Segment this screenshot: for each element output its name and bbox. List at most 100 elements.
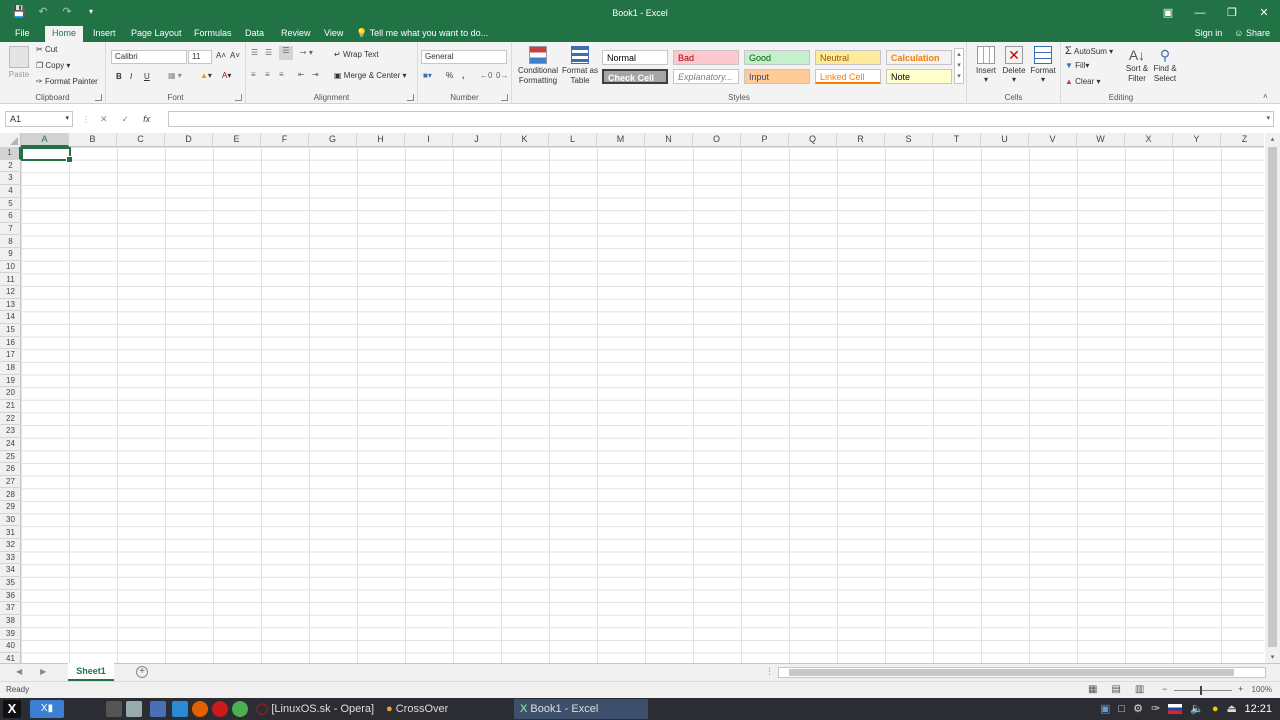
align-bottom-icon[interactable]: ☰ — [279, 46, 293, 60]
row-header[interactable]: 38 — [0, 615, 21, 628]
style-explanatory[interactable]: Explanatory... — [673, 69, 739, 84]
row-header[interactable]: 19 — [0, 375, 21, 388]
horizontal-scrollbar[interactable] — [778, 667, 1266, 678]
row-header[interactable]: 11 — [0, 274, 21, 287]
align-top-icon[interactable]: ☰ — [251, 48, 258, 57]
row-header[interactable]: 36 — [0, 590, 21, 603]
row-header[interactable]: 14 — [0, 311, 21, 325]
row-header[interactable]: 41 — [0, 653, 21, 663]
tab-home[interactable]: Home — [45, 26, 84, 42]
column-header[interactable]: L — [549, 133, 597, 147]
keyboard-layout-icon[interactable] — [150, 701, 166, 717]
sign-in-link[interactable]: Sign in — [1195, 26, 1223, 42]
tab-split-grip-icon[interactable]: ⋮ — [765, 666, 774, 677]
row-header[interactable]: 26 — [0, 463, 21, 476]
row-header[interactable]: 16 — [0, 337, 21, 350]
cut-button[interactable]: ✂ Cut — [36, 45, 57, 54]
column-header[interactable]: E — [213, 133, 261, 147]
row-header[interactable]: 4 — [0, 185, 21, 198]
insert-function-icon[interactable]: fx — [143, 114, 150, 124]
formula-input[interactable]: ▾ — [168, 111, 1274, 127]
sheet-tab[interactable]: Sheet1 — [68, 663, 114, 681]
column-header[interactable]: T — [933, 133, 981, 147]
row-header[interactable]: 27 — [0, 476, 21, 489]
kde-icon[interactable] — [172, 701, 188, 717]
font-name-select[interactable]: Calibri — [111, 50, 187, 64]
tab-insert[interactable]: Insert — [86, 26, 123, 42]
tab-formulas[interactable]: Formulas — [187, 26, 239, 42]
row-header[interactable]: 6 — [0, 210, 21, 223]
zoom-in-icon[interactable]: + — [1238, 684, 1243, 694]
increase-font-icon[interactable]: A˄ — [216, 51, 226, 60]
tab-review[interactable]: Review — [274, 26, 318, 42]
task-crossover[interactable]: ● CrossOver — [380, 699, 510, 719]
column-header[interactable]: I — [405, 133, 453, 147]
font-color-icon[interactable]: A▾ — [222, 71, 231, 80]
minimize-icon[interactable]: — — [1184, 0, 1216, 26]
cell-area[interactable] — [21, 147, 1264, 663]
row-header[interactable]: 24 — [0, 438, 21, 451]
scroll-down-icon[interactable]: ▾ — [1265, 653, 1280, 661]
confirm-entry-icon[interactable]: ✓ — [122, 114, 130, 125]
row-header[interactable]: 7 — [0, 223, 21, 236]
gallery-scroll[interactable]: ▴ ▾ ▾ — [954, 48, 964, 84]
format-cells-button[interactable]: Format ▾ — [1029, 46, 1057, 84]
paste-button[interactable]: Paste — [6, 46, 32, 79]
column-header[interactable]: Q — [789, 133, 837, 147]
find-select-button[interactable]: ⚲ Find & Select — [1151, 46, 1179, 84]
next-sheet-icon[interactable]: ▶ — [40, 667, 46, 676]
number-format-select[interactable]: General — [421, 50, 507, 64]
style-linked-cell[interactable]: Linked Cell — [815, 69, 881, 84]
zoom-slider[interactable]: − + — [1160, 684, 1248, 696]
autosum-button[interactable]: Σ AutoSum ▾ — [1065, 45, 1113, 57]
page-layout-view-icon[interactable]: ▤ — [1111, 684, 1120, 695]
comma-button[interactable]: , — [462, 71, 464, 80]
column-header[interactable]: Y — [1173, 133, 1221, 147]
style-calculation[interactable]: Calculation — [886, 50, 952, 65]
zoom-knob[interactable] — [1200, 686, 1202, 695]
row-header[interactable]: 33 — [0, 552, 21, 565]
row-header[interactable]: 8 — [0, 236, 21, 249]
column-header[interactable]: O — [693, 133, 741, 147]
eject-icon[interactable]: ⏏ — [1227, 698, 1237, 720]
active-cell[interactable] — [21, 147, 73, 163]
style-bad[interactable]: Bad — [673, 50, 739, 65]
clip-icon[interactable]: ✑ — [1151, 698, 1160, 720]
row-header[interactable]: 12 — [0, 286, 21, 299]
font-launcher-icon[interactable] — [235, 94, 242, 101]
network-icon[interactable]: ▣ — [1100, 698, 1110, 720]
x-start-icon[interactable]: X — [3, 700, 21, 718]
tab-data[interactable]: Data — [238, 26, 271, 42]
style-check-cell[interactable]: Check Cell — [602, 69, 668, 84]
column-header[interactable]: H — [357, 133, 405, 147]
orientation-icon[interactable]: ➙ ▾ — [300, 48, 313, 57]
font-size-select[interactable]: 11 — [188, 50, 212, 64]
column-header[interactable]: W — [1077, 133, 1125, 147]
number-launcher-icon[interactable] — [501, 94, 508, 101]
vertical-scrollbar[interactable]: ▴ ▾ — [1265, 133, 1280, 663]
wrap-text-button[interactable]: ↵ Wrap Text — [334, 50, 379, 59]
expand-formula-bar-icon[interactable]: ▾ — [1266, 114, 1270, 122]
alignment-launcher-icon[interactable] — [407, 94, 414, 101]
conditional-formatting-button[interactable]: Conditional Formatting — [516, 46, 560, 86]
underline-button[interactable]: U — [144, 72, 150, 81]
task-excel[interactable]: X Book1 - Excel — [514, 699, 648, 719]
crossover-launcher-icon[interactable] — [232, 701, 248, 717]
row-header[interactable]: 34 — [0, 564, 21, 578]
row-header[interactable]: 31 — [0, 527, 21, 540]
row-header[interactable]: 23 — [0, 425, 21, 438]
settings-icon[interactable]: ⚙ — [1133, 698, 1143, 720]
row-header[interactable]: 18 — [0, 362, 21, 375]
decrease-font-icon[interactable]: A˅ — [230, 51, 240, 60]
row-header[interactable]: 29 — [0, 501, 21, 514]
row-header[interactable]: 32 — [0, 539, 21, 552]
align-left-icon[interactable]: ≡ — [251, 70, 256, 79]
file-manager-icon[interactable] — [126, 701, 142, 717]
row-header[interactable]: 10 — [0, 261, 21, 274]
insert-cells-button[interactable]: Insert ▾ — [973, 46, 999, 84]
excel-desktop-icon[interactable]: X▮ — [30, 700, 64, 718]
style-good[interactable]: Good — [744, 50, 810, 65]
decrease-decimal-icon[interactable]: 0→ — [496, 71, 508, 80]
style-normal[interactable]: Normal — [602, 50, 668, 65]
tab-view[interactable]: View — [317, 26, 350, 42]
